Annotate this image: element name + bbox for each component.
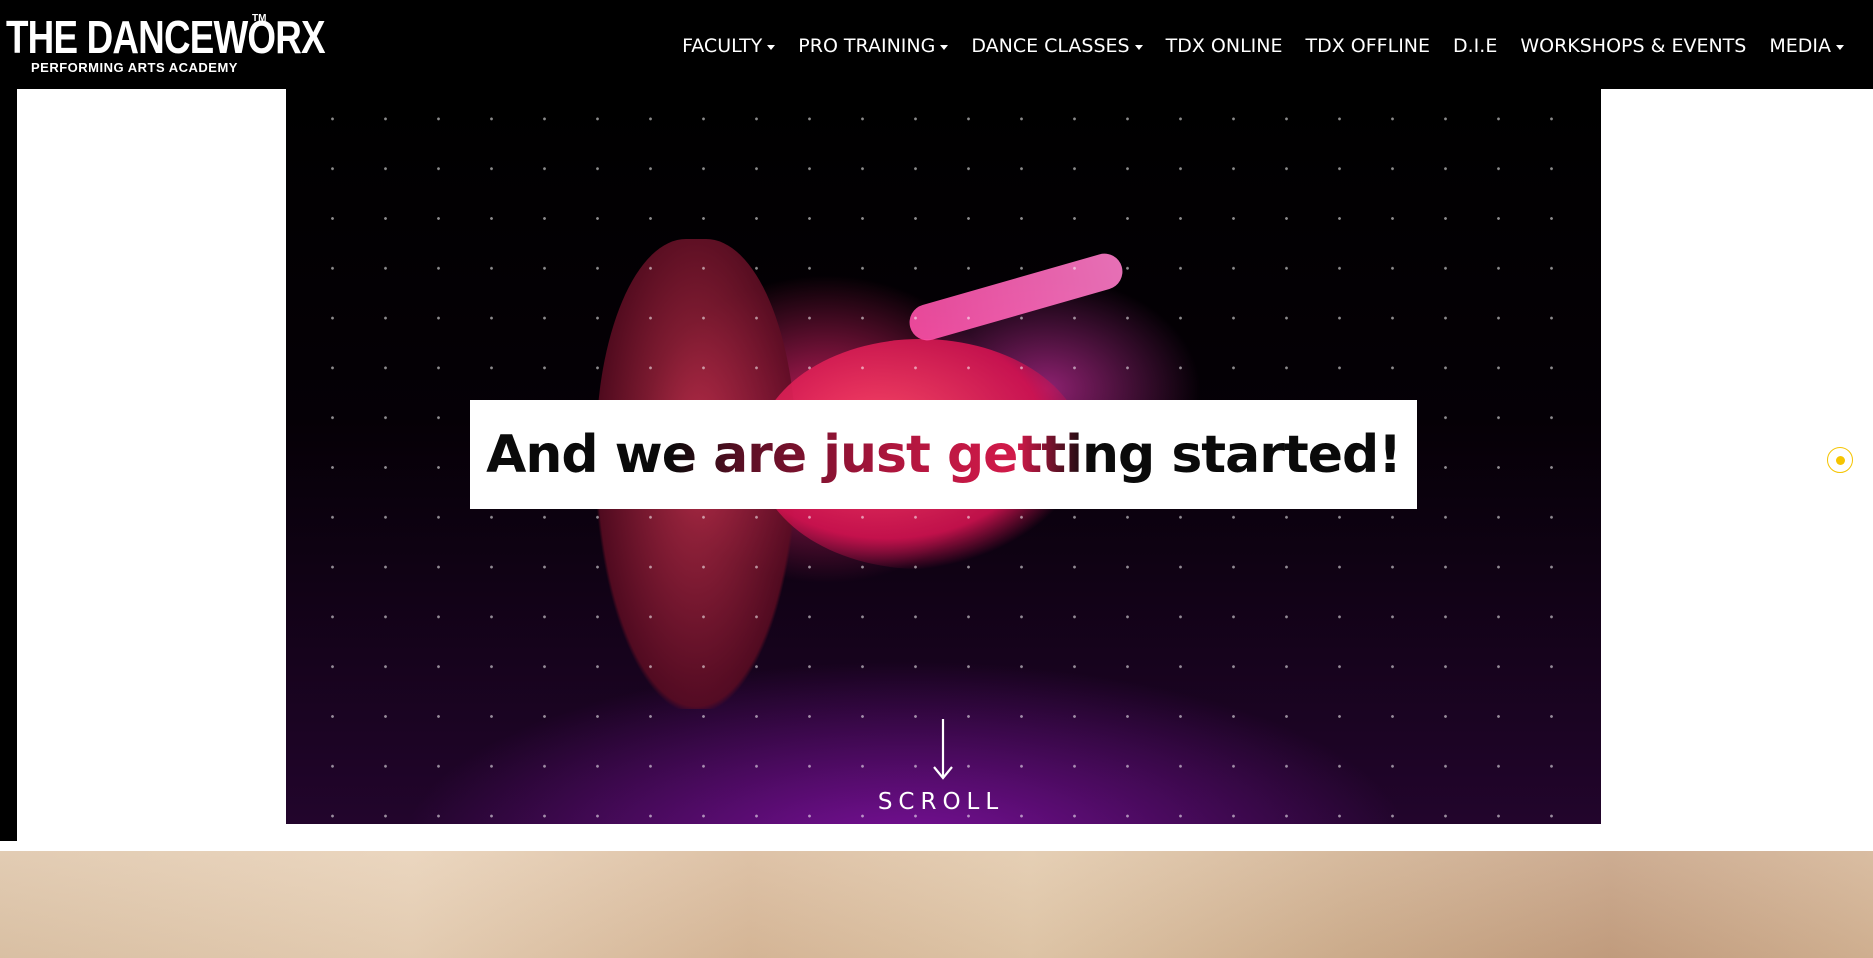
nav-item-pro-training[interactable]: PRO TRAINING xyxy=(798,33,949,59)
nav-item-label: DANCE CLASSES xyxy=(971,35,1130,57)
nav-item-tdx-offline[interactable]: TDX OFFLINE xyxy=(1306,33,1431,59)
chevron-down-icon xyxy=(767,44,776,50)
site-logo[interactable]: THE DANCEWORX TM PERFORMING ARTS ACADEMY xyxy=(6,12,326,78)
nav-item-die[interactable]: D.I.E xyxy=(1453,33,1497,59)
nav-item-workshops-events[interactable]: WORKSHOPS & EVENTS xyxy=(1520,33,1746,59)
top-navbar: THE DANCEWORX TM PERFORMING ARTS ACADEMY… xyxy=(0,0,1873,89)
nav-item-label: TDX OFFLINE xyxy=(1305,35,1431,57)
nav-item-label: TDX ONLINE xyxy=(1165,35,1283,57)
nav-item-label: MEDIA xyxy=(1769,35,1831,57)
nav-dot-icon[interactable] xyxy=(1827,447,1853,473)
nav-item-label: FACULTY xyxy=(682,35,763,57)
nav-item-label: D.I.E xyxy=(1453,35,1498,57)
nav-dot-core xyxy=(1835,455,1845,465)
logo-tagline: PERFORMING ARTS ACADEMY xyxy=(31,60,238,75)
trademark-symbol: TM xyxy=(252,13,267,24)
hero-headline-box: And we are just getting started! xyxy=(470,400,1417,509)
chevron-down-icon xyxy=(1836,44,1844,50)
chevron-down-icon xyxy=(1134,44,1143,50)
left-edge-bar xyxy=(0,89,17,841)
arrow-down-icon[interactable] xyxy=(931,719,955,781)
nav-item-dance-classes[interactable]: DANCE CLASSES xyxy=(971,33,1143,59)
next-section-preview xyxy=(0,851,1873,958)
nav-item-tdx-online[interactable]: TDX ONLINE xyxy=(1166,33,1283,59)
logo-wordmark: THE DANCEWORX xyxy=(6,11,326,63)
hero-headline: And we are just getting started! xyxy=(486,424,1402,485)
main-nav: FACULTY PRO TRAINING DANCE CLASSES TDX O… xyxy=(659,33,1844,59)
nav-item-faculty[interactable]: FACULTY xyxy=(682,33,776,59)
nav-item-label: PRO TRAINING xyxy=(798,35,936,57)
nav-item-label: WORKSHOPS & EVENTS xyxy=(1520,35,1747,57)
nav-item-media[interactable]: MEDIA xyxy=(1769,33,1844,59)
scroll-label[interactable]: SCROLL xyxy=(871,789,1011,815)
chevron-down-icon xyxy=(940,44,949,50)
hero-video[interactable]: And we are just getting started! SCROLL xyxy=(286,89,1601,824)
